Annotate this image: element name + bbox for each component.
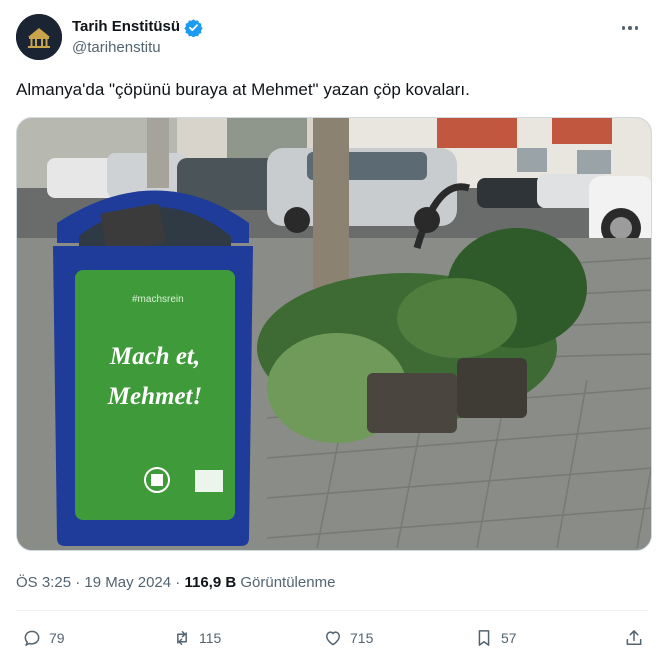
tweet-text: Almanya'da "çöpünü buraya at Mehmet" yaz…: [16, 80, 470, 99]
views-label: Görüntülenme: [240, 574, 336, 591]
bookmark-icon: [478, 630, 490, 646]
reply-count: 79: [49, 630, 65, 646]
tweet-date[interactable]: 19 May 2024: [84, 574, 171, 591]
verified-badge-icon: [184, 18, 203, 37]
repost-icon: [177, 631, 187, 645]
tweet-timestamp: ÖS 3:25 · 19 May 2024 · 116,9 B Görüntül…: [16, 573, 335, 593]
action-bar: 79 115 715 57: [16, 623, 650, 653]
avatar-emblem-icon: [16, 14, 62, 60]
repost-button[interactable]: 115: [172, 623, 221, 653]
bookmark-count: 57: [501, 630, 517, 646]
reply-button[interactable]: 79: [22, 623, 65, 653]
more-icon[interactable]: [618, 18, 642, 38]
divider: [16, 610, 648, 611]
like-count: 715: [350, 630, 374, 646]
bin-slogan-line2: Mehmet!: [107, 383, 202, 410]
photo-trash-bin-scene: #machsrein Mach et, Mehmet!: [17, 118, 651, 550]
tweet-time[interactable]: ÖS 3:25: [16, 574, 71, 591]
reply-icon: [24, 630, 40, 646]
like-button[interactable]: 715: [323, 623, 373, 653]
tweet-photo[interactable]: #machsrein Mach et, Mehmet!: [16, 117, 652, 551]
bin-hashtag: #machsrein: [132, 294, 184, 305]
timestamp-separator: ·: [75, 574, 81, 591]
author-names: Tarih Enstitüsü @tarihenstitu: [72, 17, 203, 58]
share-icon: [626, 630, 642, 645]
author-display-name[interactable]: Tarih Enstitüsü: [72, 17, 180, 37]
author-handle[interactable]: @tarihenstitu: [72, 38, 203, 58]
tweet-header: Tarih Enstitüsü @tarihenstitu: [16, 14, 648, 62]
bookmark-button[interactable]: 57: [474, 623, 517, 653]
repost-count: 115: [199, 630, 222, 646]
avatar[interactable]: [16, 14, 62, 60]
views-count[interactable]: 116,9 B: [184, 574, 236, 591]
timestamp-separator-2: ·: [175, 574, 181, 591]
bin-slogan-line1: Mach et,: [109, 343, 200, 370]
like-icon: [326, 631, 340, 646]
share-button[interactable]: [624, 623, 644, 653]
